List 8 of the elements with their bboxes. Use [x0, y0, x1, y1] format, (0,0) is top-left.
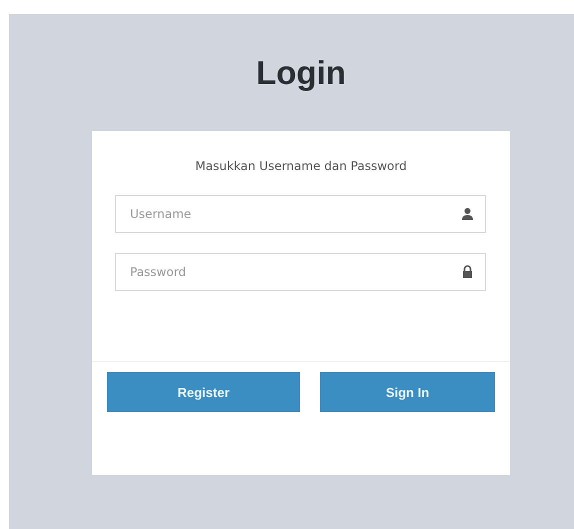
- register-button[interactable]: Register: [107, 372, 300, 412]
- page-title: Login: [255, 53, 347, 93]
- instruction-text: Masukkan Username dan Password: [195, 159, 407, 173]
- user-icon: [461, 207, 474, 220]
- lock-icon: [461, 265, 474, 278]
- password-field[interactable]: Password: [115, 253, 486, 291]
- sign-in-button[interactable]: Sign In: [320, 372, 495, 412]
- username-field[interactable]: Username: [115, 195, 486, 233]
